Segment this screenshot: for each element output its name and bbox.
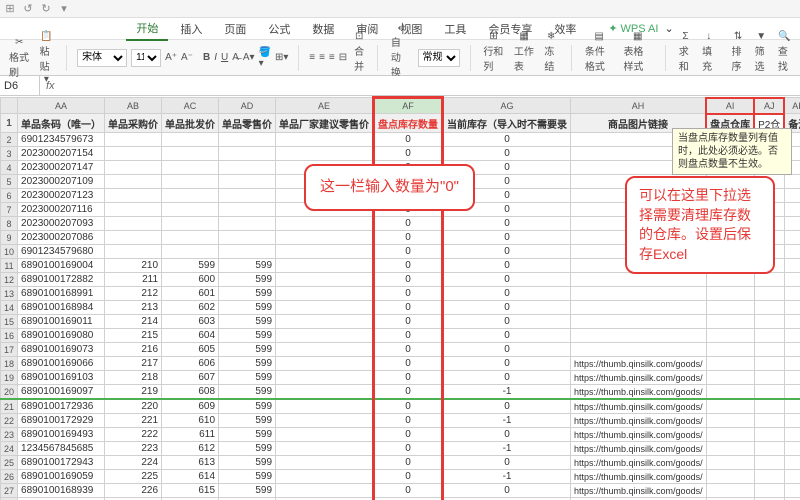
formula-input[interactable] <box>61 76 800 95</box>
tab-start[interactable]: 开始 <box>126 17 168 41</box>
table-row[interactable]: 2068901001690972196085990-1https://thumb… <box>1 385 800 400</box>
tab-insert[interactable]: 插入 <box>170 18 212 40</box>
table-row[interactable]: 23689010016949322261159900https://thumb.… <box>1 428 800 442</box>
fill-color-icon[interactable]: 🪣▾ <box>259 47 271 69</box>
number-format-select[interactable]: 常规 <box>418 49 460 67</box>
decrease-font-icon[interactable]: A⁻ <box>181 52 193 63</box>
fx-label[interactable]: fx <box>40 80 61 92</box>
cell-reference[interactable]: D6 <box>0 76 40 95</box>
ribbon: ✂格式刷 📋粘贴▾ 宋体 11 A⁺ A⁻ B I U A̶ A▾ 🪣▾ ⊞▾ … <box>0 40 800 76</box>
font-color-icon[interactable]: A▾ <box>243 52 255 63</box>
table-row[interactable]: 27689010016893922661559900https://thumb.… <box>1 484 800 498</box>
undo-icon[interactable]: ↺ <box>22 3 34 15</box>
table-row[interactable]: 13689010016899121260159900 <box>1 287 800 301</box>
italic-icon[interactable]: I <box>214 52 217 63</box>
redo-icon[interactable]: ↻ <box>40 3 52 15</box>
table-row[interactable]: 19689010016910321860759900https://thumb.… <box>1 371 800 385</box>
dropdown-icon[interactable]: ▾ <box>58 3 70 15</box>
table-row[interactable]: 15689010016901121460359900 <box>1 315 800 329</box>
callout-input-zero: 这一栏输入数量为"0" <box>304 164 475 211</box>
table-row[interactable]: 18689010016906621760659900https://thumb.… <box>1 357 800 371</box>
table-row[interactable]: 14689010016898421360259900 <box>1 301 800 315</box>
font-name-select[interactable]: 宋体 <box>77 49 127 67</box>
align-right-icon[interactable]: ≡ <box>329 52 335 63</box>
valign-icon[interactable]: ⊟ <box>339 52 347 63</box>
strike-icon[interactable]: A̶ <box>232 52 239 63</box>
table-row[interactable]: 2412345678456852236125990-1https://thumb… <box>1 442 800 456</box>
spreadsheet-grid[interactable]: AAABACADAEAFAGAHAIAJAK 1单品条码（唯一）单品采购价单品批… <box>0 96 800 500</box>
align-left-icon[interactable]: ≡ <box>309 52 315 63</box>
tooltip-warehouse: 当盘点库存数量列有值时，此处必须必选。否则盘点数量不生效。 <box>672 128 792 175</box>
align-center-icon[interactable]: ≡ <box>319 52 325 63</box>
table-row[interactable]: 2268901001729292216105990-1https://thumb… <box>1 414 800 428</box>
table-row[interactable]: 2668901001690592256145990-1https://thumb… <box>1 470 800 484</box>
table-row[interactable]: 25689010017294322461359900https://thumb.… <box>1 456 800 470</box>
tab-page[interactable]: 页面 <box>214 18 256 40</box>
format-brush-button[interactable]: ✂格式刷 <box>6 35 33 81</box>
formula-bar: D6 fx <box>0 76 800 96</box>
table-row[interactable]: 17689010016907321660559900 <box>1 343 800 357</box>
underline-icon[interactable]: U <box>221 52 228 63</box>
font-size-select[interactable]: 11 <box>131 49 161 67</box>
bold-icon[interactable]: B <box>203 52 210 63</box>
title-bar: ⊞ ↺ ↻ ▾ <box>0 0 800 18</box>
collapse-icon[interactable]: ⌄ <box>664 22 673 35</box>
table-row[interactable]: 21689010017293622060959900https://thumb.… <box>1 399 800 414</box>
column-headers[interactable]: AAABACADAEAFAGAHAIAJAK <box>1 98 800 114</box>
app-menu-icon[interactable]: ⊞ <box>4 3 16 15</box>
border-icon[interactable]: ⊞▾ <box>275 52 288 63</box>
table-row[interactable]: 16689010016908021560459900 <box>1 329 800 343</box>
increase-font-icon[interactable]: A⁺ <box>165 52 177 63</box>
callout-warehouse-select: 可以在这里下拉选择需要清理库存数的仓库。设置后保存Excel <box>625 176 775 274</box>
tab-formula[interactable]: 公式 <box>258 18 300 40</box>
table-row[interactable]: 12689010017288221160059900 <box>1 273 800 287</box>
